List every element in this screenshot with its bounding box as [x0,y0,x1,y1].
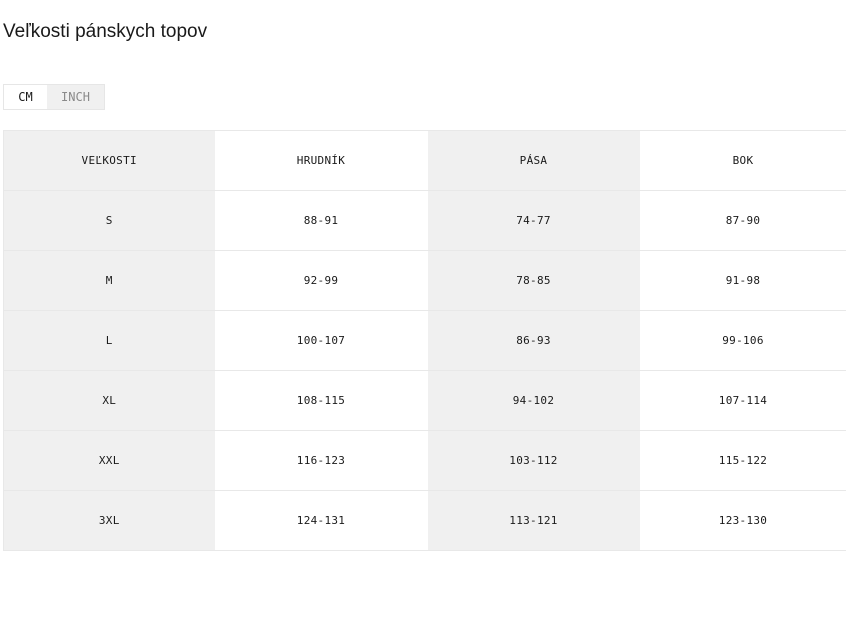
cell-waist: 103-112 [427,430,640,491]
cell-waist: 74-77 [427,190,640,251]
cell-waist: 78-85 [427,250,640,311]
cell-size: L [3,310,215,371]
header-waist: PÁSA [427,130,640,191]
header-chest: HRUDNÍK [214,130,428,191]
cell-hip: 91-98 [639,250,846,311]
cell-chest: 108-115 [214,370,428,431]
cell-size: XL [3,370,215,431]
table-row: S 88-91 74-77 87-90 [3,190,846,251]
table-row: 3XL 124-131 113-121 123-130 [3,490,846,551]
cell-chest: 124-131 [214,490,428,551]
table-header-row: VEĽKOSTI HRUDNÍK PÁSA BOK [3,130,846,191]
cell-waist: 86-93 [427,310,640,371]
cell-chest: 100-107 [214,310,428,371]
unit-toggle: CM INCH [3,84,105,110]
cell-chest: 92-99 [214,250,428,311]
unit-inch-button[interactable]: INCH [47,85,104,109]
table-row: XL 108-115 94-102 107-114 [3,370,846,431]
cell-size: XXL [3,430,215,491]
unit-cm-button[interactable]: CM [4,85,47,109]
table-row: XXL 116-123 103-112 115-122 [3,430,846,491]
cell-hip: 99-106 [639,310,846,371]
cell-hip: 123-130 [639,490,846,551]
cell-hip: 107-114 [639,370,846,431]
page-title: Veľkosti pánskych topov [3,21,208,42]
cell-hip: 115-122 [639,430,846,491]
size-chart-table: VEĽKOSTI HRUDNÍK PÁSA BOK S 88-91 74-77 … [3,130,846,551]
header-size: VEĽKOSTI [3,130,215,191]
cell-size: S [3,190,215,251]
cell-waist: 94-102 [427,370,640,431]
header-hip: BOK [639,130,846,191]
cell-chest: 116-123 [214,430,428,491]
cell-chest: 88-91 [214,190,428,251]
cell-waist: 113-121 [427,490,640,551]
cell-hip: 87-90 [639,190,846,251]
table-row: M 92-99 78-85 91-98 [3,250,846,311]
cell-size: M [3,250,215,311]
cell-size: 3XL [3,490,215,551]
table-row: L 100-107 86-93 99-106 [3,310,846,371]
